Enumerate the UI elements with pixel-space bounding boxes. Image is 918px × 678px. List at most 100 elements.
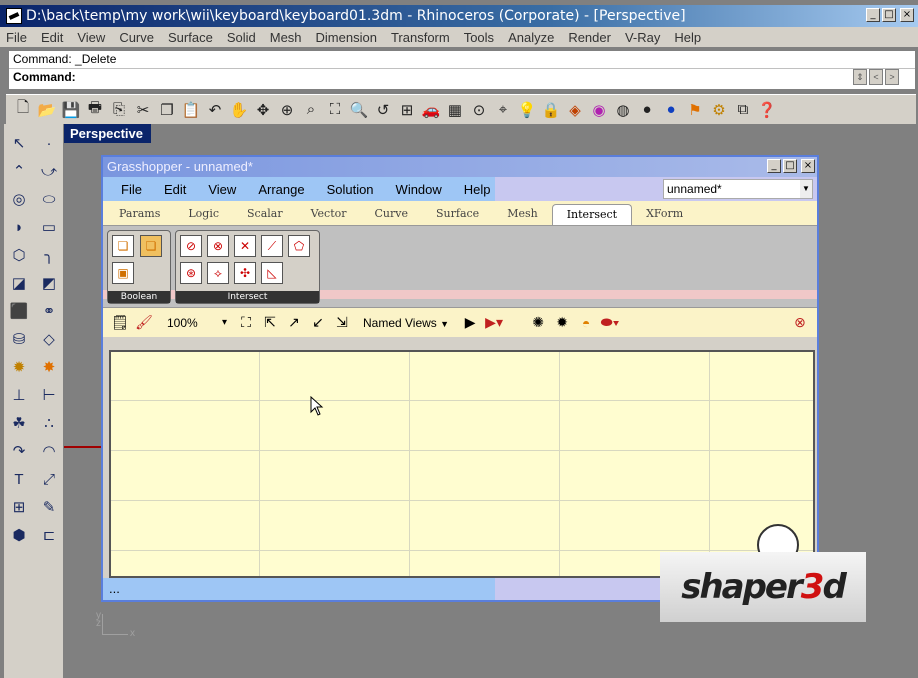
gh-minimize-button[interactable]: _ xyxy=(767,159,781,173)
circle-icon[interactable]: ◎ xyxy=(6,188,32,210)
gh-menu-file[interactable]: File xyxy=(121,182,142,197)
menu-analyze[interactable]: Analyze xyxy=(508,30,554,45)
zoom-extents-icon[interactable]: ⛶ xyxy=(324,99,346,121)
chevron-down-icon[interactable]: ▼ xyxy=(800,180,812,198)
zoom-bottomright-icon[interactable]: ⇲ xyxy=(331,312,353,334)
point-tool-icon[interactable]: · xyxy=(36,132,62,154)
scroll-updown-icon[interactable]: ⇕ xyxy=(853,69,867,85)
preview-egg-icon[interactable]: ◓ xyxy=(575,312,597,334)
car-icon[interactable]: 🚗 xyxy=(420,99,442,121)
arc-rotate-icon[interactable]: ◠ xyxy=(36,440,62,462)
curve-self-intersect-icon[interactable]: ⊗ xyxy=(207,235,229,257)
curve-intersect-icon[interactable]: ⊘ xyxy=(180,235,202,257)
menu-dimension[interactable]: Dimension xyxy=(316,30,377,45)
viewport-label[interactable]: Perspective xyxy=(64,124,151,143)
scroll-right-icon[interactable]: > xyxy=(885,69,899,85)
scale-icon[interactable]: ⤢ xyxy=(36,468,62,490)
surface-line-icon[interactable]: ⟡ xyxy=(207,262,229,284)
gh-menu-view[interactable]: View xyxy=(208,182,236,197)
paint-brush-icon[interactable]: 🖌 xyxy=(133,312,155,334)
brep-intersect-icon[interactable]: ⬠ xyxy=(288,235,310,257)
rotate-icon[interactable]: ↷ xyxy=(6,440,32,462)
menu-curve[interactable]: Curve xyxy=(119,30,154,45)
region-intersect-icon[interactable]: ❏ xyxy=(140,235,162,257)
surface-tool-icon[interactable]: ◪ xyxy=(6,272,32,294)
menu-solid[interactable]: Solid xyxy=(227,30,256,45)
gh-menu-edit[interactable]: Edit xyxy=(164,182,186,197)
fillet-icon[interactable]: ╮ xyxy=(36,244,62,266)
options-icon[interactable]: ⧉ xyxy=(732,99,754,121)
rectangle-icon[interactable]: ▭ xyxy=(36,216,62,238)
command-prompt[interactable]: Command: xyxy=(9,68,915,85)
minimize-button[interactable]: _ xyxy=(866,8,880,22)
line-intersect-icon[interactable]: ✕ xyxy=(234,235,256,257)
gh-menu-window[interactable]: Window xyxy=(396,182,442,197)
named-views-dropdown[interactable]: Named Views ▼ xyxy=(363,316,449,330)
menu-vray[interactable]: V-Ray xyxy=(625,30,660,45)
sphere-render-icon[interactable]: ● xyxy=(636,99,658,121)
tab-params[interactable]: Params xyxy=(105,207,174,225)
four-viewports-icon[interactable]: ⊞ xyxy=(396,99,418,121)
sphere-blue-icon[interactable]: ● xyxy=(660,99,682,121)
plane-intersect-icon[interactable]: ⟋ xyxy=(261,235,283,257)
preview-shade-icon[interactable]: ✹ xyxy=(551,312,573,334)
point-icon[interactable]: ⊙ xyxy=(468,99,490,121)
paste-icon[interactable]: 📋 xyxy=(180,99,202,121)
undo-view-icon[interactable]: ↺ xyxy=(372,99,394,121)
play-options-icon[interactable]: ▶▾ xyxy=(483,312,505,334)
zoom-extents-icon[interactable]: ⛶ xyxy=(235,312,257,334)
curve-brep-icon[interactable]: ⊛ xyxy=(180,262,202,284)
layers-icon[interactable]: ◈ xyxy=(564,99,586,121)
menu-view[interactable]: View xyxy=(77,30,105,45)
menu-tools[interactable]: Tools xyxy=(464,30,494,45)
select-arrow-icon[interactable]: ↖ xyxy=(6,132,32,154)
curve-tool-icon[interactable]: ⤻ xyxy=(36,160,62,182)
gh-menu-solution[interactable]: Solution xyxy=(327,182,374,197)
points-icon[interactable]: ∴ xyxy=(36,412,62,434)
snap-icon[interactable]: ⌖ xyxy=(492,99,514,121)
zoom-dynamic-icon[interactable]: ⊕ xyxy=(276,99,298,121)
rotate-view-icon[interactable]: ✥ xyxy=(252,99,274,121)
dimension-icon[interactable]: ⊏ xyxy=(36,524,62,546)
color-wheel-icon[interactable]: ◉ xyxy=(588,99,610,121)
preview-wire-icon[interactable]: ✺ xyxy=(527,312,549,334)
polyline-icon[interactable]: ⌃ xyxy=(6,160,32,182)
gh-menu-arrange[interactable]: Arrange xyxy=(258,182,304,197)
group-icon[interactable]: ☘ xyxy=(6,412,32,434)
block-icon[interactable]: ⊞ xyxy=(6,496,32,518)
mesh-ray-icon[interactable]: ◺ xyxy=(261,262,283,284)
print-icon[interactable]: 🖶 xyxy=(84,99,106,121)
tab-scalar[interactable]: Scalar xyxy=(233,207,297,225)
zoom-window-icon[interactable]: ⌕ xyxy=(300,99,322,121)
copy-icon[interactable]: ❐ xyxy=(156,99,178,121)
pan-hand-icon[interactable]: ✋ xyxy=(228,99,250,121)
boolean-icon[interactable]: ⚭ xyxy=(36,300,62,322)
gh-close-button[interactable]: × xyxy=(801,159,815,173)
gear-icon[interactable]: ⚙ xyxy=(708,99,730,121)
undo-icon[interactable]: ↶ xyxy=(204,99,226,121)
zoom-bottomleft-icon[interactable]: ↙ xyxy=(307,312,329,334)
ellipse-icon[interactable]: ⬭ xyxy=(36,188,62,210)
polygon-icon[interactable]: ⬡ xyxy=(6,244,32,266)
cube-icon[interactable]: ⬢ xyxy=(6,524,32,546)
menu-help[interactable]: Help xyxy=(674,30,701,45)
menu-transform[interactable]: Transform xyxy=(391,30,450,45)
menu-edit[interactable]: Edit xyxy=(41,30,63,45)
trim-icon[interactable]: ⊢ xyxy=(36,384,62,406)
mesh-intersect-icon[interactable]: ✣ xyxy=(234,262,256,284)
region-union-icon[interactable]: ❏ xyxy=(112,235,134,257)
gh-menu-help[interactable]: Help xyxy=(464,182,491,197)
zoom-topleft-icon[interactable]: ⇱ xyxy=(259,312,281,334)
menu-file[interactable]: File xyxy=(6,30,27,45)
text-icon[interactable]: T xyxy=(6,468,32,490)
arc-icon[interactable]: ◗ xyxy=(6,216,32,238)
menu-mesh[interactable]: Mesh xyxy=(270,30,302,45)
box-icon[interactable]: ⬛ xyxy=(6,300,32,322)
cut-icon[interactable]: ✂ xyxy=(132,99,154,121)
tab-curve[interactable]: Curve xyxy=(361,207,422,225)
notes-icon[interactable]: 🗒 xyxy=(109,312,131,334)
bake-icon[interactable]: ⬬▾ xyxy=(599,312,621,334)
zoom-topright-icon[interactable]: ↗ xyxy=(283,312,305,334)
menu-render[interactable]: Render xyxy=(568,30,611,45)
tab-vector[interactable]: Vector xyxy=(297,207,361,225)
